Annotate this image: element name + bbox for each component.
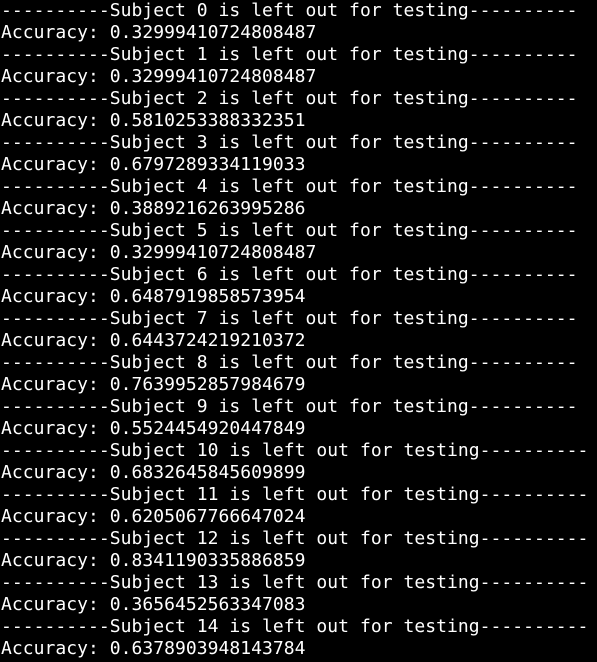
subject-header-line: ----------Subject 11 is left out for tes… (1, 484, 589, 505)
accuracy-line: Accuracy: 0.3656452563347083 (1, 594, 306, 615)
accuracy-line: Accuracy: 0.6487919858573954 (1, 286, 306, 307)
subject-header-line: ----------Subject 0 is left out for test… (1, 0, 578, 21)
accuracy-line: Accuracy: 0.6832645845609899 (1, 462, 306, 483)
accuracy-line: Accuracy: 0.3889216263995286 (1, 198, 306, 219)
subject-header-line: ----------Subject 5 is left out for test… (1, 220, 578, 241)
accuracy-line: Accuracy: 0.6205067766647024 (1, 506, 306, 527)
accuracy-line: Accuracy: 0.6378903948143784 (1, 638, 306, 659)
accuracy-line: Accuracy: 0.32999410724808487 (1, 66, 317, 87)
accuracy-line: Accuracy: 0.7639952857984679 (1, 374, 306, 395)
subject-header-line: ----------Subject 6 is left out for test… (1, 264, 578, 285)
subject-header-line: ----------Subject 2 is left out for test… (1, 88, 578, 109)
accuracy-line: Accuracy: 0.5524454920447849 (1, 418, 306, 439)
subject-header-line: ----------Subject 8 is left out for test… (1, 352, 578, 373)
subject-header-line: ----------Subject 3 is left out for test… (1, 132, 578, 153)
subject-header-line: ----------Subject 9 is left out for test… (1, 396, 578, 417)
terminal-output: ----------Subject 0 is left out for test… (0, 0, 597, 662)
accuracy-line: Accuracy: 0.32999410724808487 (1, 242, 317, 263)
accuracy-line: Accuracy: 0.32999410724808487 (1, 22, 317, 43)
subject-header-line: ----------Subject 4 is left out for test… (1, 176, 578, 197)
subject-header-line: ----------Subject 1 is left out for test… (1, 44, 578, 65)
subject-header-line: ----------Subject 13 is left out for tes… (1, 572, 589, 593)
subject-header-line: ----------Subject 14 is left out for tes… (1, 616, 589, 637)
subject-header-line: ----------Subject 7 is left out for test… (1, 308, 578, 329)
subject-header-line: ----------Subject 10 is left out for tes… (1, 440, 589, 461)
accuracy-line: Accuracy: 0.6797289334119033 (1, 154, 306, 175)
accuracy-line: Accuracy: 0.8341190335886859 (1, 550, 306, 571)
accuracy-line: Accuracy: 0.6443724219210372 (1, 330, 306, 351)
subject-header-line: ----------Subject 12 is left out for tes… (1, 528, 589, 549)
accuracy-line: Accuracy: 0.5810253388332351 (1, 110, 306, 131)
